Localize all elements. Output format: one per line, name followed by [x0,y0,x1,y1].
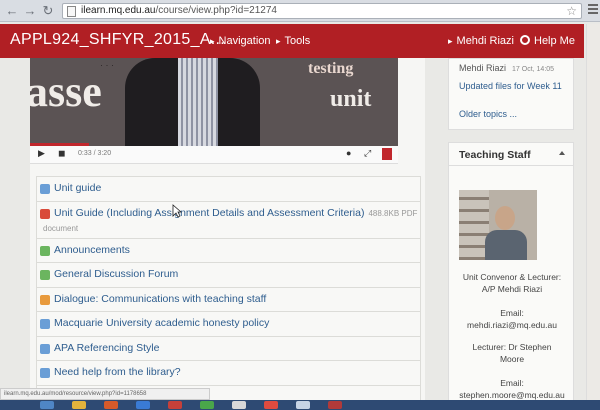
lecturer-name: Moore [499,354,525,364]
right-sidebar: Mehdi Riazi 17 Oct, 14:05 Updated files f… [448,58,574,410]
staff-photo [459,190,537,260]
play-icon[interactable]: ▶ [38,148,45,159]
link-icon [40,368,50,378]
taskbar-app-icon[interactable] [168,401,182,409]
activity-row[interactable]: Need help from the library? [36,360,421,385]
forward-arrow-icon[interactable]: → [22,3,38,19]
taskbar-app-icon[interactable] [104,401,118,409]
browser-toolbar: ← → ↻ ilearn.mq.edu.au/course/view.php?i… [0,0,600,22]
activity-link[interactable]: Announcements [54,244,130,256]
bookmark-icon[interactable] [382,148,392,160]
page-icon [67,6,76,17]
taskbar-app-icon[interactable] [264,401,278,409]
lifebuoy-icon [520,35,530,45]
taskbar-app-icon[interactable] [40,401,54,409]
email-label: Email: [500,378,524,388]
volume-icon[interactable]: ◼ [58,148,65,159]
teaching-staff-block: Unit Convenor & Lecturer: A/P Mehdi Riaz… [448,166,574,410]
activity-row[interactable]: General Discussion Forum [36,262,421,287]
os-taskbar [0,400,600,410]
activity-list: Unit guide Unit Guide (Including Assignme… [36,176,421,409]
convenor-name: A/P Mehdi Riazi [481,284,543,294]
recent-activity-block: Mehdi Riazi 17 Oct, 14:05 Updated files f… [448,58,574,130]
url-text: ilearn.mq.edu.au/course/view.php?id=2127… [81,5,277,16]
recent-entry: Mehdi Riazi 17 Oct, 14:05 [459,63,555,73]
lecturer-email[interactable]: stephen.moore@mq.edu.au [449,390,575,400]
taskbar-app-icon[interactable] [296,401,310,409]
tools-menu[interactable]: ▸ Tools [276,35,310,47]
file-size: 488.8KB PDF [368,208,418,218]
wall-word: asse [30,67,102,116]
back-arrow-icon[interactable]: ← [4,3,20,19]
activity-link[interactable]: Dialogue: Communications with teaching s… [54,293,266,305]
dialogue-icon [40,294,50,305]
forum-icon [40,245,50,256]
wall-word: testing [308,60,354,77]
activity-row[interactable]: Announcements [36,237,421,262]
caret-right-icon: ▸ [448,36,453,46]
convenor-email[interactable]: mehdi.riazi@mq.edu.au [449,320,575,330]
activity-row[interactable]: Unit guide [36,176,421,201]
activity-row[interactable]: Macquarie University academic honesty po… [36,311,421,336]
file-type: document [43,223,79,233]
taskbar-app-icon[interactable] [200,401,214,409]
browser-menu-icon[interactable] [588,4,598,16]
activity-link[interactable]: Macquarie University academic honesty po… [54,317,269,329]
status-bar: ilearn.mq.edu.au/mod/resource/view.php?i… [0,388,210,400]
video-time: 0:33 / 3:20 [78,150,112,157]
taskbar-app-icon[interactable] [232,401,246,409]
fullscreen-icon[interactable]: ⤢ [364,148,371,159]
activity-row[interactable]: Unit Guide (Including Assignment Details… [36,200,421,238]
user-menu[interactable]: ▸ Mehdi Riazi [448,35,514,47]
activity-link[interactable]: General Discussion Forum [54,268,178,280]
presenter-shirt [178,58,218,146]
taskbar-app-icon[interactable] [328,401,342,409]
activity-link[interactable]: Unit Guide (Including Assignment Details… [54,207,417,219]
link-icon [40,343,50,354]
video-player[interactable]: asse testing unit · · · [30,58,398,146]
taskbar-app-icon[interactable] [72,401,86,409]
convenor-role: Unit Convenor & Lecturer: [462,272,562,282]
forum-icon [40,270,50,280]
document-icon [40,184,50,194]
recent-item-link[interactable]: Updated files for Week 11 [459,81,562,91]
activity-row[interactable]: APA Referencing Style [36,335,421,360]
mouse-cursor-icon [172,204,182,218]
course-header-bar: APPL924_SHFYR_2015_A... ▸ Navigation ▸ Too… [0,24,584,58]
activity-link[interactable]: Unit guide [54,182,101,194]
bookmark-star-icon[interactable]: ☆ [566,4,577,18]
settings-icon[interactable]: ● [346,148,351,158]
older-topics-link[interactable]: Older topics ... [459,109,517,119]
pdf-icon [40,208,50,219]
help-me-button[interactable]: Help Me [520,35,575,47]
video-controls: ▶ ◼ 0:33 / 3:20 ● ⤢ [30,146,398,164]
caret-right-icon: ▸ [210,36,215,46]
email-label: Email: [500,308,524,318]
teaching-staff-header[interactable]: Teaching Staff [448,142,574,166]
wall-decoration: · · · [100,60,114,70]
navigation-menu[interactable]: ▸ Navigation [210,35,271,47]
link-icon [40,319,50,329]
wall-word: unit [330,86,372,112]
caret-right-icon: ▸ [276,36,281,46]
taskbar-app-icon[interactable] [136,401,150,409]
lecturer-title: Lecturer: Dr Stephen [472,342,552,352]
page-scrollbar[interactable] [586,24,600,400]
address-bar[interactable]: ilearn.mq.edu.au/course/view.php?id=2127… [62,3,582,19]
course-content: asse testing unit · · · ▶ ◼ 0:33 / 3:20 … [30,58,425,410]
reload-icon[interactable]: ↻ [40,3,56,19]
course-title[interactable]: APPL924_SHFYR_2015_A... [10,31,225,49]
activity-link[interactable]: Need help from the library? [54,366,181,378]
collapse-caret-icon[interactable] [559,151,565,155]
activity-link[interactable]: APA Referencing Style [54,342,159,354]
activity-row[interactable]: Dialogue: Communications with teaching s… [36,286,421,311]
